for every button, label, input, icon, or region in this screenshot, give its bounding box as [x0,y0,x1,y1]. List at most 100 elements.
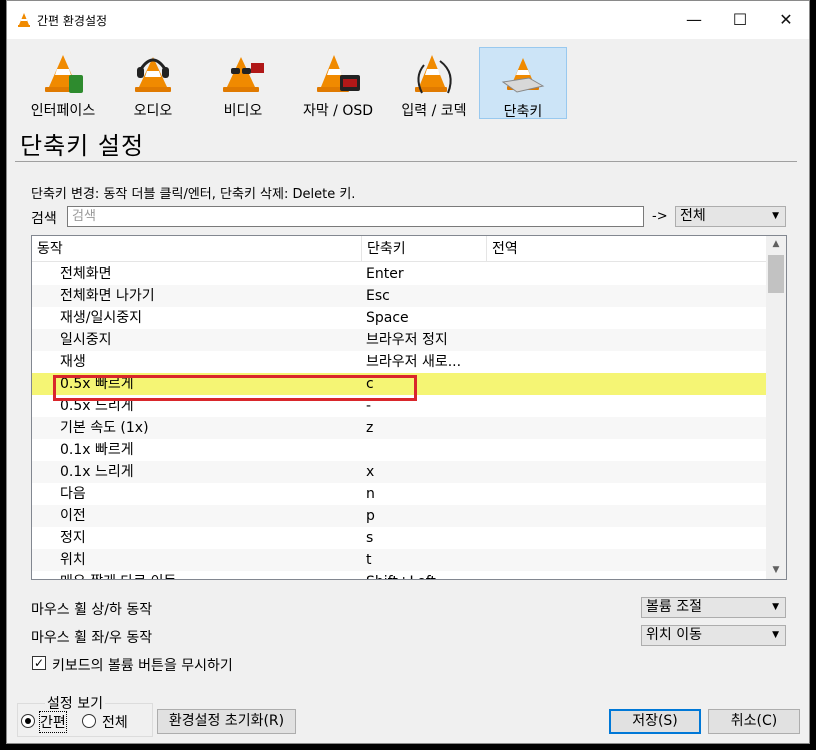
category-label: 단축키 [503,104,543,120]
title-bar: 간편 환경설정 — ☐ ✕ [7,1,809,39]
table-row[interactable]: 재생/일시중지 Space [32,307,766,329]
search-filter-select[interactable]: 전체 ▼ [675,206,786,227]
row-action: 매우 짧게 다로 이동 [60,571,176,579]
row-hotkey: p [366,508,375,524]
table-row[interactable]: 0.5x 느리게 - [32,395,766,417]
table-row[interactable]: 재생 브라우저 새로... [32,351,766,373]
wheel-horizontal-label: 마우스 휠 좌/우 동작 [31,630,153,646]
row-hotkey: z [366,420,374,436]
view-all-radio[interactable] [82,714,96,728]
wheel-horizontal-select[interactable]: 위치 이동 ▼ [641,625,786,646]
row-action: 이전 [60,508,86,524]
scroll-down-arrow-icon[interactable]: ▼ [766,562,786,579]
category-video[interactable]: 비디오 [201,47,285,119]
search-input[interactable] [67,206,644,227]
ignore-volume-keys-checkbox[interactable]: ✓ [32,656,46,670]
row-action: 위치 [60,552,86,568]
table-body: 전체화면 Enter 전체화면 나가기 Esc 재생/일시중지 Space 일시중지 브라우저… [32,263,766,579]
category-input-codecs[interactable]: 입력 / 코덱 [389,47,479,119]
row-hotkey: - [366,398,372,414]
table-header: 동작 단축키 전역 [32,236,766,262]
category-subtitles-osd[interactable]: 자막 / OSD [293,47,383,119]
vlc-cone-interface-icon [45,55,83,93]
search-label: 검색 [31,211,57,227]
category-label: 인터페이스 [30,103,96,119]
close-button[interactable]: ✕ [763,1,809,39]
row-action: 0.1x 빠르게 [60,442,134,458]
column-header-global[interactable]: 전역 [487,236,766,262]
table-row[interactable]: 매우 짧게 다로 이동 Shift+Left [32,571,766,579]
column-header-hotkey[interactable]: 단축키 [362,236,487,262]
view-simple-radio[interactable] [21,714,35,728]
scrollbar-thumb[interactable] [768,255,784,293]
table-row[interactable]: 이전 p [32,505,766,527]
row-hotkey: s [366,530,374,546]
row-action: 재생/일시중지 [60,310,142,326]
category-hotkeys[interactable]: 단축키 [479,47,567,120]
search-filter-value: 전체 [680,208,706,224]
wheel-vertical-value: 볼륨 조절 [646,599,702,615]
search-arrow: -> [652,209,668,224]
table-row[interactable]: 0.1x 느리게 x [32,461,766,483]
ignore-volume-keys-label[interactable]: 키보드의 볼륨 버튼을 무시하기 [52,655,233,675]
table-row[interactable]: 0.1x 빠르게 [32,439,766,461]
column-header-action[interactable]: 동작 [32,236,362,262]
row-action: 기본 속도 (1x) [60,420,149,436]
category-label: 비디오 [223,103,263,119]
minimize-button[interactable]: — [671,1,717,39]
row-action: 0.5x 빠르게 [60,376,134,392]
table-row[interactable]: 정지 s [32,527,766,549]
chevron-down-icon: ▼ [772,602,779,612]
wheel-horizontal-value: 위치 이동 [646,627,702,643]
category-label: 오디오 [133,103,173,119]
table-row[interactable]: 전체화면 나가기 Esc [32,285,766,307]
row-action: 다음 [60,486,86,502]
chevron-down-icon: ▼ [772,211,779,221]
reset-preferences-button[interactable]: 환경설정 초기화(R) [157,709,296,734]
table-row[interactable]: 0.5x 빠르게 c [32,373,766,395]
vlc-cone-headphones-icon [135,57,171,92]
view-all-label[interactable]: 전체 [102,712,128,732]
wheel-vertical-select[interactable]: 볼륨 조절 ▼ [641,597,786,618]
cancel-button[interactable]: 취소(C) [708,709,800,734]
table-row[interactable]: 일시중지 브라우저 정지 [32,329,766,351]
table-row[interactable]: 기본 속도 (1x) z [32,417,766,439]
vlc-cone-icon [18,13,30,27]
chevron-down-icon: ▼ [772,630,779,640]
vlc-cone-clock-icon [317,55,360,92]
row-action: 재생 [60,354,86,370]
row-hotkey: c [366,376,374,392]
window-title: 간편 환경설정 [37,14,108,28]
row-hotkey: Space [366,310,409,326]
view-mode-group-title: 설정 보기 [45,693,105,713]
scroll-up-arrow-icon[interactable]: ▲ [766,236,786,253]
row-hotkey: Esc [366,288,390,304]
row-action: 전체화면 [60,266,112,282]
vlc-cone-glasses-icon [223,57,264,92]
table-scrollbar[interactable]: ▲ ▼ [766,236,786,579]
row-action: 정지 [60,530,86,546]
row-hotkey: Enter [366,266,404,282]
wheel-vertical-label: 마우스 휠 상/하 동작 [31,602,153,618]
category-label: 자막 / OSD [302,103,374,119]
table-row[interactable]: 위치 t [32,549,766,571]
row-action: 일시중지 [60,332,112,348]
row-hotkey: n [366,486,375,502]
view-simple-label[interactable]: 간편 [39,711,67,733]
hotkeys-table[interactable]: 동작 단축키 전역 전체화면 Enter 전체화면 나가기 Esc 재생/일시중지 Spa… [31,235,787,580]
row-hotkey: t [366,552,372,568]
table-row[interactable]: 다음 n [32,483,766,505]
row-hotkey: Shift+Left [366,571,436,579]
category-audio[interactable]: 오디오 [111,47,195,119]
vlc-cone-cable-icon [415,55,452,94]
category-label: 입력 / 코덱 [401,103,467,119]
vlc-cone-keyboard-icon [501,58,545,93]
row-action: 0.5x 느리게 [60,398,134,414]
save-button[interactable]: 저장(S) [609,709,701,734]
section-title: 단축키 설정 [20,132,145,160]
row-action: 전체화면 나가기 [60,288,155,304]
category-interface[interactable]: 인터페이스 [17,47,109,119]
table-row[interactable]: 전체화면 Enter [32,263,766,285]
maximize-button[interactable]: ☐ [717,1,763,39]
hotkey-hint-text: 단축키 변경: 동작 더블 클릭/엔터, 단축키 삭제: Delete 키. [31,187,356,202]
